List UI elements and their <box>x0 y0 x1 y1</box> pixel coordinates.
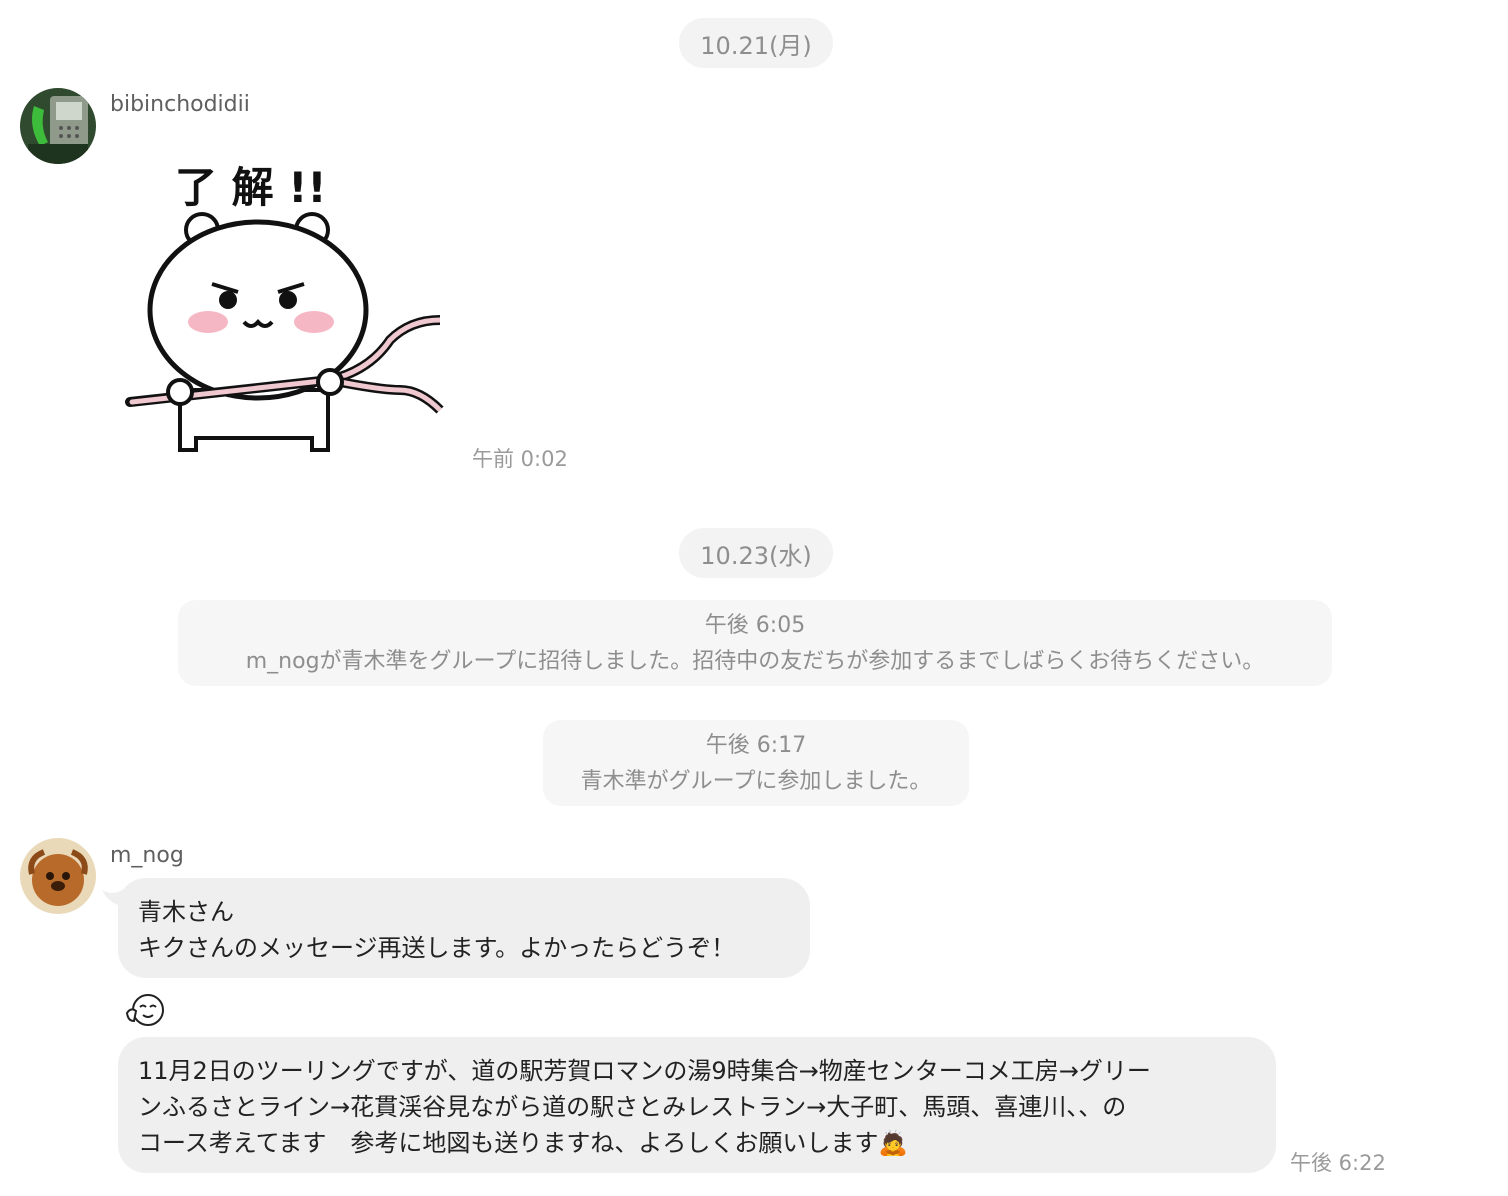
system-message-time: 午後 6:17 <box>705 733 807 758</box>
relieved-face-icon[interactable] <box>124 993 166 1029</box>
message-line: キクさんのメッセージ再送します。よかったらどうぞ！ <box>138 934 736 962</box>
dog-avatar-icon <box>20 838 96 914</box>
system-message-text: 青木準がグループに参加しました。 <box>580 769 932 794</box>
message-line: 青木さん <box>138 898 234 926</box>
sticker-text: 了 解 !! <box>175 163 327 212</box>
system-message-text: m_nogが青木準をグループに招待しました。招待中の友だちが参加するまでしばらく… <box>245 649 1265 674</box>
date-label: 10.21(月) <box>700 31 812 60</box>
bear-sticker-icon: 了 解 !! <box>125 163 444 452</box>
message-time: 午後 6:22 <box>1290 1151 1386 1175</box>
sender-name: bibinchodidii <box>110 92 250 117</box>
message-bubble[interactable]: 11月2日のツーリングですが、道の駅芳賀ロマンの湯9時集合→物産センターコメ工房… <box>118 1037 1276 1173</box>
sender-name: m_nog <box>110 843 184 868</box>
message-line: コース考えてます 参考に地図も送りますね、よろしくお願いします🙇 <box>138 1125 1256 1161</box>
message-line: 11月2日のツーリングですが、道の駅芳賀ロマンの湯9時集合→物産センターコメ工房… <box>138 1057 1151 1085</box>
date-separator: 10.21(月) <box>679 18 833 68</box>
message-bubble[interactable]: 青木さん キクさんのメッセージ再送します。よかったらどうぞ！ <box>118 878 810 978</box>
system-message-time: 午後 6:05 <box>704 613 806 638</box>
avatar[interactable] <box>20 838 96 914</box>
message-line: ンふるさとライン→花貫渓谷見ながら道の駅さとみレストラン→大子町、馬頭、喜連川、… <box>138 1093 1127 1121</box>
message-time: 午前 0:02 <box>472 447 568 471</box>
bowing-person-icon: 🙇 <box>878 1129 909 1157</box>
avatar[interactable] <box>20 88 96 164</box>
phone-booth-avatar-icon <box>20 88 96 164</box>
date-separator: 10.23(水) <box>679 528 833 578</box>
date-label: 10.23(水) <box>700 541 812 570</box>
system-message: 午後 6:17 青木準がグループに参加しました。 <box>543 720 969 806</box>
sticker[interactable]: 了 解 !! <box>120 150 460 470</box>
message-line-text: コース考えてます 参考に地図も送りますね、よろしくお願いします <box>138 1129 879 1157</box>
system-message: 午後 6:05 m_nogが青木準をグループに招待しました。招待中の友だちが参加… <box>178 600 1332 686</box>
